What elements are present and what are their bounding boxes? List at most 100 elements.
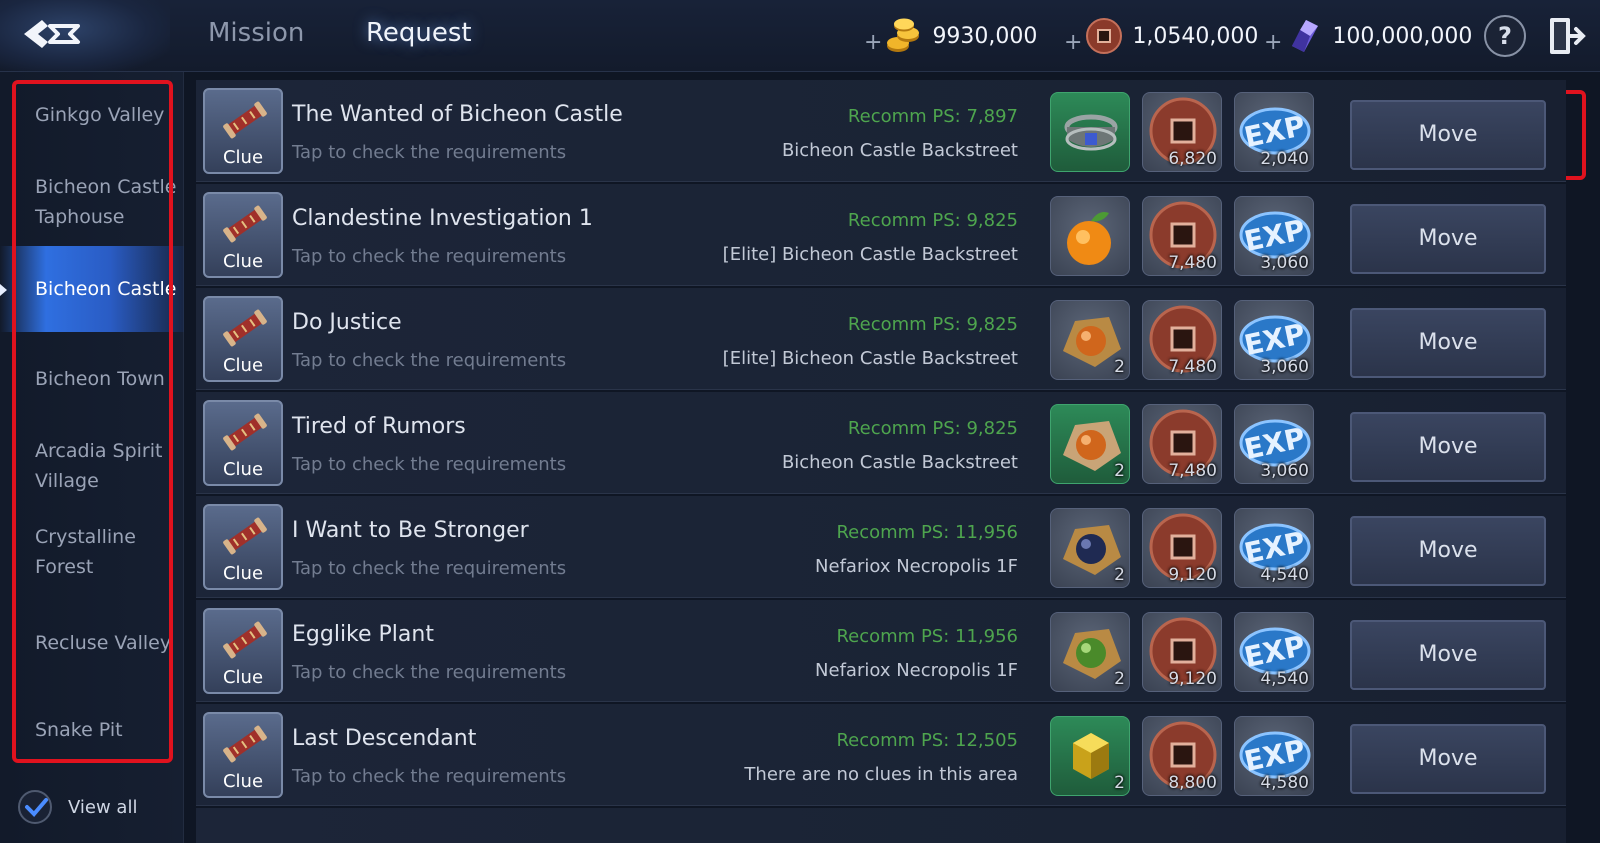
recommended-power: Recomm PS: 9,825 (847, 314, 1018, 335)
sidebar-item-label: Snake Pit (35, 719, 123, 741)
reward-coin[interactable]: 9,120 (1142, 612, 1222, 692)
reward-coin[interactable]: 6,820 (1142, 92, 1222, 172)
sidebar-item-label: Bicheon Castle Taphouse (35, 176, 177, 228)
request-row[interactable]: Clue The Wanted of Bicheon Castle Tap to… (196, 80, 1566, 182)
request-location: [Elite] Bicheon Castle Backstreet (722, 348, 1018, 369)
reward-item[interactable]: 2 (1050, 612, 1130, 692)
currency-coin[interactable]: + 1,0540,000 (1064, 14, 1258, 58)
sidebar-item-label: Recluse Valley (35, 632, 172, 654)
clue-button[interactable]: Clue (203, 712, 283, 798)
reward-item[interactable]: 2 (1050, 716, 1130, 796)
tab-mission[interactable]: Mission (208, 18, 304, 48)
clue-label: Clue (222, 355, 264, 376)
reward-coin-amount: 7,480 (1168, 461, 1217, 481)
request-row[interactable]: Clue Clandestine Investigation 1 Tap to … (196, 184, 1566, 286)
reward-coin[interactable]: 8,800 (1142, 716, 1222, 796)
reward-exp-amount: 4,540 (1260, 669, 1309, 689)
request-subtitle: Tap to check the requirements (292, 454, 567, 475)
clue-button[interactable]: Clue (203, 400, 283, 486)
reward-coin[interactable]: 7,480 (1142, 300, 1222, 380)
reward-exp[interactable]: EXP 4,580 (1234, 716, 1314, 796)
reward-item[interactable]: 2 (1050, 404, 1130, 484)
reward-item[interactable]: 2 (1050, 508, 1130, 588)
tab-request[interactable]: Request (326, 8, 512, 58)
reward-coin-amount: 9,120 (1168, 669, 1217, 689)
request-row[interactable]: Clue I Want to Be Stronger Tap to check … (196, 496, 1566, 598)
sidebar-item-label: Bicheon Castle (35, 278, 177, 300)
move-button[interactable]: Move (1350, 100, 1546, 170)
view-all-checkbox[interactable] (18, 790, 52, 824)
reward-exp-amount: 4,580 (1260, 773, 1309, 793)
sidebar-item-bicheon-castle[interactable]: Bicheon Castle (0, 246, 184, 332)
view-all-label: View all (68, 796, 138, 818)
exit-icon[interactable] (1546, 14, 1588, 58)
sidebar-item-bicheon-castle-taphouse[interactable]: Bicheon Castle Taphouse (0, 172, 180, 232)
reward-coin[interactable]: 9,120 (1142, 508, 1222, 588)
sidebar-item-label: Crystalline Forest (35, 526, 136, 578)
checkmark-icon (25, 798, 48, 817)
reward-exp[interactable]: EXP 4,540 (1234, 612, 1314, 692)
move-button[interactable]: Move (1350, 204, 1546, 274)
request-subtitle: Tap to check the requirements (292, 558, 567, 579)
sidebar-item-arcadia-spirit-village[interactable]: Arcadia Spirit Village (0, 436, 172, 496)
move-button[interactable]: Move (1350, 516, 1546, 586)
sidebar-item-snake-pit[interactable]: Snake Pit (0, 715, 184, 745)
reward-exp-amount: 3,060 (1260, 461, 1309, 481)
sidebar-item-crystalline-forest[interactable]: Crystalline Forest (0, 522, 160, 582)
scroll-icon (223, 205, 267, 243)
move-button[interactable]: Move (1350, 308, 1546, 378)
clue-label: Clue (222, 771, 264, 792)
scroll-icon (223, 101, 267, 139)
reward-exp[interactable]: EXP 3,060 (1234, 300, 1314, 380)
reward-exp[interactable]: EXP 2,040 (1234, 92, 1314, 172)
add-coin-icon[interactable]: + (1064, 30, 1082, 55)
reward-count: 2 (1114, 357, 1125, 377)
currency-gold[interactable]: + 9930,000 (864, 14, 1037, 58)
reward-exp-amount: 3,060 (1260, 357, 1309, 377)
clue-button[interactable]: Clue (203, 608, 283, 694)
request-row[interactable]: Clue Do Justice Tap to check the require… (196, 288, 1566, 390)
back-button[interactable] (0, 0, 170, 72)
reward-exp-amount: 2,040 (1260, 149, 1309, 169)
currency-crystal[interactable]: + 100,000,000 (1264, 14, 1472, 58)
reward-coin[interactable]: 7,480 (1142, 404, 1222, 484)
request-location: There are no clues in this area (744, 764, 1018, 785)
clue-label: Clue (222, 667, 264, 688)
request-row[interactable]: Clue Last Descendant Tap to check the re… (196, 704, 1566, 806)
scroll-icon (223, 309, 267, 347)
reward-item[interactable] (1050, 92, 1130, 172)
view-all-toggle[interactable]: View all (18, 790, 137, 824)
request-title: I Want to Be Stronger (292, 518, 529, 543)
reward-exp[interactable]: EXP 3,060 (1234, 196, 1314, 276)
help-button[interactable]: ? (1484, 15, 1526, 57)
sidebar-item-label: Bicheon Town (35, 368, 165, 390)
request-row-partial[interactable] (196, 808, 1566, 843)
move-button[interactable]: Move (1350, 412, 1546, 482)
reward-count: 2 (1114, 461, 1125, 481)
request-row[interactable]: Clue Egglike Plant Tap to check the requ… (196, 600, 1566, 702)
recommended-power: Recomm PS: 9,825 (847, 418, 1018, 439)
reward-exp[interactable]: EXP 3,060 (1234, 404, 1314, 484)
request-location: Nefariox Necropolis 1F (815, 556, 1018, 577)
sidebar-item-recluse-valley[interactable]: Recluse Valley (0, 628, 184, 658)
request-title: Do Justice (292, 310, 402, 335)
sidebar-item-bicheon-town[interactable]: Bicheon Town (0, 364, 184, 394)
request-title: Last Descendant (292, 726, 477, 751)
clue-button[interactable]: Clue (203, 504, 283, 590)
reward-item[interactable]: 2 (1050, 300, 1130, 380)
recommended-power: Recomm PS: 11,956 (836, 522, 1018, 543)
add-crystal-icon[interactable]: + (1264, 30, 1282, 55)
reward-coin-amount: 7,480 (1168, 357, 1217, 377)
move-button[interactable]: Move (1350, 724, 1546, 794)
move-button[interactable]: Move (1350, 620, 1546, 690)
clue-button[interactable]: Clue (203, 296, 283, 382)
reward-item[interactable] (1050, 196, 1130, 276)
clue-button[interactable]: Clue (203, 88, 283, 174)
add-gold-icon[interactable]: + (864, 30, 882, 55)
clue-button[interactable]: Clue (203, 192, 283, 278)
reward-exp[interactable]: EXP 4,540 (1234, 508, 1314, 588)
request-row[interactable]: Clue Tired of Rumors Tap to check the re… (196, 392, 1566, 494)
reward-coin[interactable]: 7,480 (1142, 196, 1222, 276)
sidebar-item-ginkgo-valley[interactable]: Ginkgo Valley (0, 100, 184, 130)
request-list: Clue The Wanted of Bicheon Castle Tap to… (196, 76, 1600, 843)
